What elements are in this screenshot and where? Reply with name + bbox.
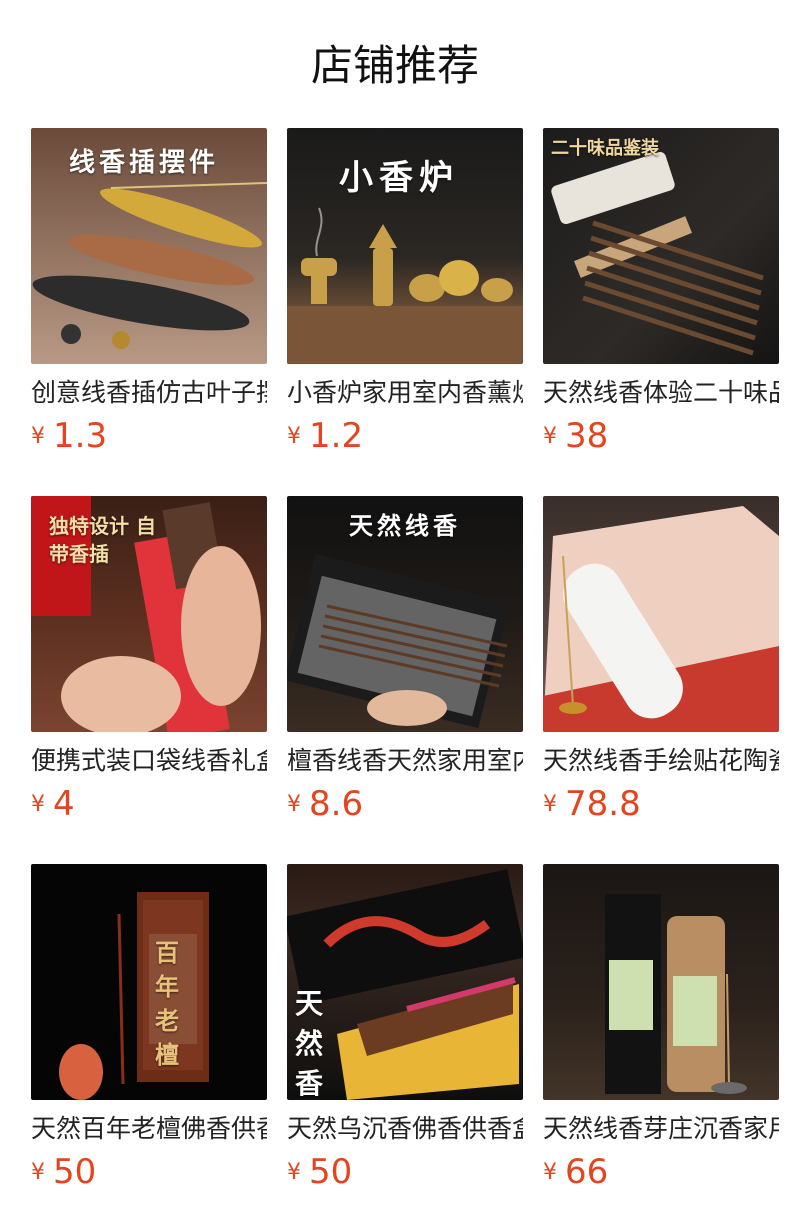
currency-symbol: ¥ (31, 424, 45, 449)
product-image[interactable]: 小香炉 (287, 128, 523, 364)
product-card[interactable]: 天然线香手绘贴花陶瓷筒 ¥78.8 (543, 496, 779, 826)
product-name[interactable]: 天然乌沉香佛香供香盒装 (287, 1112, 523, 1146)
product-card[interactable]: 天然线香芽庄沉香家用 ¥66 (543, 864, 779, 1194)
image-caption: 小香炉 (339, 158, 459, 198)
product-image[interactable]: 天然香 (287, 864, 523, 1100)
image-caption: 二十味品鉴装 (551, 138, 659, 159)
price-amount: 8.6 (309, 784, 364, 824)
currency-symbol: ¥ (543, 424, 557, 449)
currency-symbol: ¥ (287, 1160, 301, 1185)
product-price: ¥4 (31, 782, 75, 826)
currency-symbol: ¥ (543, 1160, 557, 1185)
product-card[interactable]: 独特设计 自带香插 便携式装口袋线香礼盒 ¥4 (31, 496, 267, 826)
image-caption: 天然线香 (349, 511, 461, 540)
product-card[interactable]: 天然线香 檀香线香天然家用室内 ¥8.6 (287, 496, 523, 826)
product-price: ¥50 (287, 1150, 352, 1194)
old-sandalwood-box-illustration (59, 892, 209, 1100)
price-amount: 1.2 (309, 416, 364, 456)
price-amount: 4 (53, 784, 75, 824)
product-price: ¥1.2 (287, 414, 363, 458)
product-name[interactable]: 小香炉家用室内香薰炉 (287, 376, 523, 410)
product-image[interactable]: 二十味品鉴装 (543, 128, 779, 364)
currency-symbol: ¥ (31, 792, 45, 817)
product-name[interactable]: 天然线香体验二十味品鉴装 (543, 376, 779, 410)
section-title: 店铺推荐 (310, 41, 479, 90)
product-price: ¥66 (543, 1150, 608, 1194)
product-name[interactable]: 便携式装口袋线香礼盒 (31, 744, 267, 778)
currency-symbol: ¥ (543, 792, 557, 817)
price-amount: 38 (565, 416, 609, 456)
product-card[interactable]: 百年老檀 天然百年老檀佛香供香 ¥50 (31, 864, 267, 1194)
product-price: ¥1.3 (31, 414, 107, 458)
image-caption: 线香插摆件 (69, 148, 220, 178)
store-recommendation-page: 店铺推荐 线香插摆件 创意线香插仿古叶子摆件 ¥1.3 (0, 0, 790, 1232)
product-card[interactable]: 小香炉 小香炉家用室内香薰炉 ¥1.2 (287, 128, 523, 458)
currency-symbol: ¥ (287, 424, 301, 449)
currency-symbol: ¥ (287, 792, 301, 817)
incense-set-illustration (551, 151, 764, 356)
price-amount: 78.8 (565, 784, 641, 824)
price-amount: 66 (565, 1152, 609, 1192)
price-amount: 1.3 (53, 416, 108, 456)
product-price: ¥78.8 (543, 782, 641, 826)
product-name[interactable]: 天然线香手绘贴花陶瓷筒 (543, 744, 779, 778)
product-name[interactable]: 檀香线香天然家用室内 (287, 744, 523, 778)
image-caption: 独特设计 自带香插 (49, 514, 156, 566)
product-price: ¥50 (31, 1150, 96, 1194)
product-card[interactable]: 天然香 天然乌沉香佛香供香盒装 ¥50 (287, 864, 523, 1194)
product-name[interactable]: 天然线香芽庄沉香家用 (543, 1112, 779, 1146)
price-amount: 50 (53, 1152, 97, 1192)
product-image[interactable]: 独特设计 自带香插 (31, 496, 267, 732)
nha-trang-incense-illustration (605, 894, 747, 1094)
product-price: ¥8.6 (287, 782, 363, 826)
product-image[interactable]: 线香插摆件 (31, 128, 267, 364)
image-caption: 百年老檀 (155, 938, 179, 1069)
ceramic-tube-illustration (543, 506, 779, 732)
product-name[interactable]: 创意线香插仿古叶子摆件 (31, 376, 267, 410)
product-name[interactable]: 天然百年老檀佛香供香 (31, 1112, 267, 1146)
product-image[interactable]: 百年老檀 (31, 864, 267, 1100)
product-image[interactable] (543, 864, 779, 1100)
product-card[interactable]: 二十味品鉴装 天然线香体验二十味品鉴装 ¥38 (543, 128, 779, 458)
product-image[interactable] (543, 496, 779, 732)
price-amount: 50 (309, 1152, 353, 1192)
product-card[interactable]: 线香插摆件 创意线香插仿古叶子摆件 ¥1.3 (31, 128, 267, 458)
product-image[interactable]: 天然线香 (287, 496, 523, 732)
image-caption: 天然香 (295, 987, 324, 1100)
currency-symbol: ¥ (31, 1160, 45, 1185)
product-price: ¥38 (543, 414, 608, 458)
